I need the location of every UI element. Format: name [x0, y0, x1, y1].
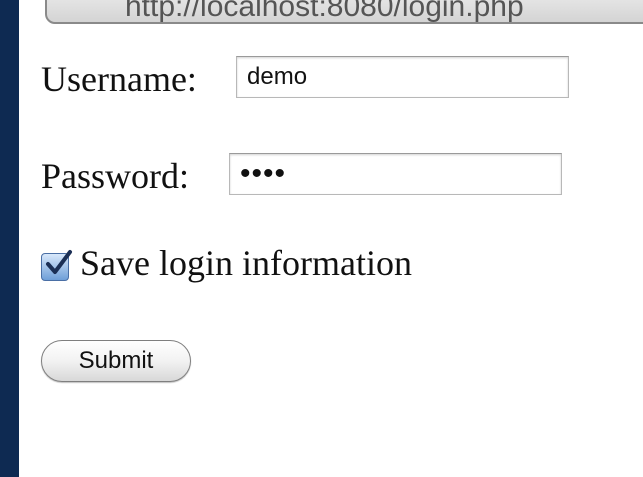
username-input[interactable]: [236, 56, 569, 98]
password-input[interactable]: [229, 153, 562, 195]
checkmark-icon: [46, 250, 72, 274]
window-left-edge: [0, 0, 19, 477]
address-bar[interactable]: http://localhost:8080/login.php: [45, 0, 643, 24]
submit-button[interactable]: Submit: [41, 340, 191, 382]
save-login-label: Save login information: [80, 243, 412, 283]
username-label: Username:: [41, 59, 197, 99]
password-label: Password:: [41, 156, 190, 196]
address-bar-url: http://localhost:8080/login.php: [125, 0, 524, 23]
save-login-checkbox[interactable]: [41, 250, 72, 281]
